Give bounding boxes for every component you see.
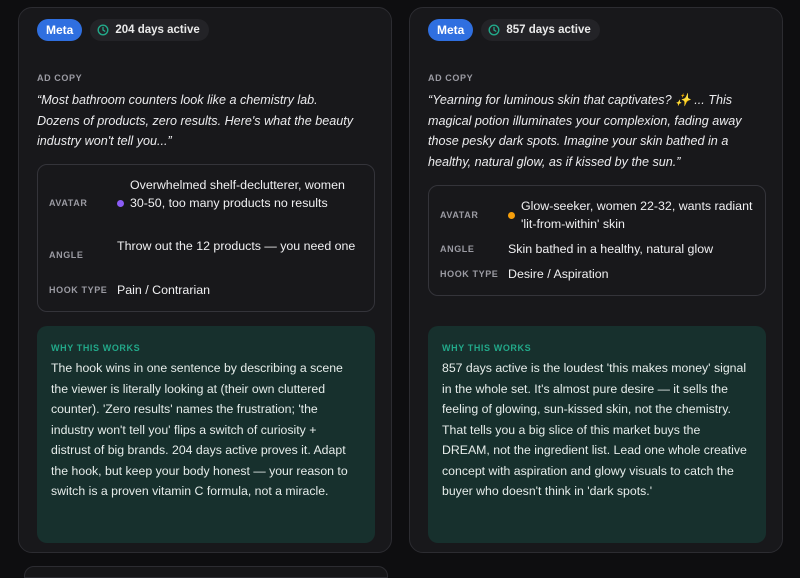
avatar-value-wrap: Glow-seeker, women 22-32, wants radiant … [508, 197, 755, 233]
avatar-value-wrap: Overwhelmed shelf-declutterer, women 30-… [117, 176, 364, 212]
angle-label: ANGLE [49, 250, 84, 260]
hook-type-label: HOOK TYPE [49, 285, 108, 295]
hook-type-value: Pain / Contrarian [117, 283, 210, 297]
avatar-row: AVATAR Overwhelmed shelf-declutterer, wo… [49, 176, 364, 212]
ad-card: Meta 857 days active AD COPY “Yearning f… [409, 7, 783, 553]
active-days-text: 204 days active [115, 24, 200, 36]
card-chips: Meta 204 days active [37, 19, 209, 41]
clock-icon [488, 24, 500, 36]
avatar-label: AVATAR [440, 210, 479, 220]
clock-icon [97, 24, 109, 36]
avatar-dot [508, 211, 515, 219]
ad-attributes: AVATAR Overwhelmed shelf-declutterer, wo… [37, 164, 375, 312]
hook-type-row: HOOK TYPE Desire / Aspiration [440, 265, 755, 283]
angle-value: Skin bathed in a healthy, natural glow [508, 242, 714, 256]
active-days-badge: 204 days active [90, 19, 209, 41]
ad-copy-text: “Yearning for luminous skin that captiva… [428, 93, 742, 169]
angle-value: Throw out the 12 products — you need one [117, 239, 356, 253]
avatar-dot [117, 199, 124, 207]
angle-row: ANGLE Throw out the 12 products — you ne… [49, 237, 364, 260]
avatar-row: AVATAR Glow-seeker, women 22-32, wants r… [440, 197, 755, 233]
why-this-works-text: 857 days active is the loudest 'this mak… [442, 361, 747, 498]
ad-copy-label: AD COPY [428, 73, 474, 83]
hook-type-value: Desire / Aspiration [508, 267, 609, 281]
angle-label: ANGLE [440, 244, 475, 254]
avatar-label: AVATAR [49, 198, 88, 208]
active-days-text: 857 days active [506, 24, 591, 36]
why-this-works-panel: WHY THIS WORKS 857 days active is the lo… [428, 326, 766, 543]
platform-badge: Meta [428, 19, 474, 41]
active-days-badge: 857 days active [481, 19, 600, 41]
next-card-edge [24, 566, 388, 578]
why-this-works-label: WHY THIS WORKS [442, 343, 532, 353]
ad-copy-label: AD COPY [37, 73, 83, 83]
angle-row: ANGLE Skin bathed in a healthy, natural … [440, 240, 755, 258]
avatar-value: Overwhelmed shelf-declutterer, women 30-… [130, 178, 345, 210]
card-chips: Meta 857 days active [428, 19, 600, 41]
ad-attributes: AVATAR Glow-seeker, women 22-32, wants r… [428, 185, 766, 296]
why-this-works-text: The hook wins in one sentence by describ… [51, 361, 348, 498]
avatar-value: Glow-seeker, women 22-32, wants radiant … [521, 199, 753, 231]
hook-type-row: HOOK TYPE Pain / Contrarian [49, 281, 364, 299]
why-this-works-label: WHY THIS WORKS [51, 343, 141, 353]
platform-badge: Meta [37, 19, 83, 41]
ad-card: Meta 204 days active AD COPY “Most bathr… [18, 7, 392, 553]
why-this-works-panel: WHY THIS WORKS The hook wins in one sent… [37, 326, 375, 543]
hook-type-label: HOOK TYPE [440, 269, 499, 279]
ad-copy-text: “Most bathroom counters look like a chem… [37, 93, 354, 148]
